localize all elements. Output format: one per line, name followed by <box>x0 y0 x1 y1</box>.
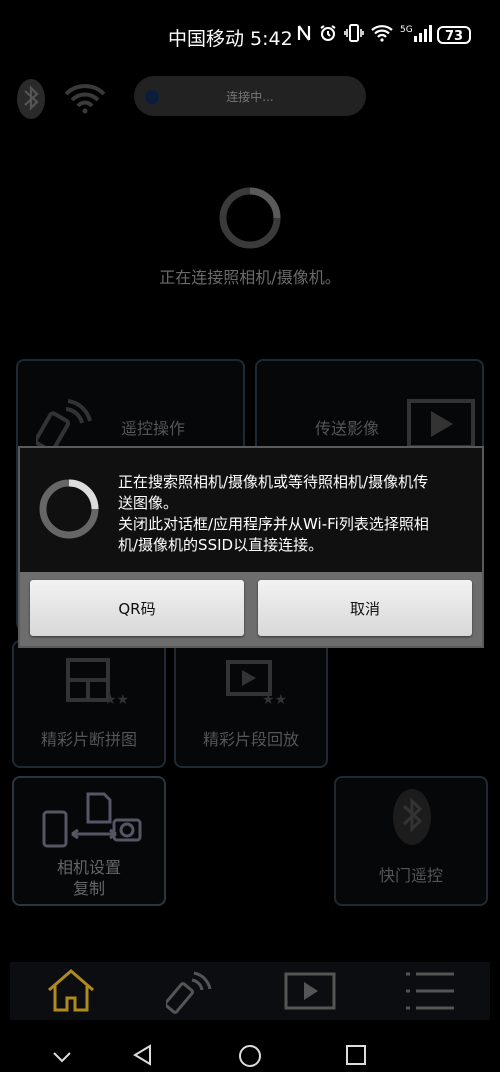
tab-home[interactable] <box>30 962 110 1020</box>
wifi-icon <box>371 24 393 49</box>
tab-remote[interactable] <box>150 962 230 1020</box>
menu-icon <box>404 970 456 1016</box>
connecting-message: 正在连接照相机/摄像机。 <box>159 268 341 287</box>
highlight-play-icon: ★★ <box>226 658 294 710</box>
cancel-button[interactable]: 取消 <box>258 580 472 636</box>
dialog-message: 正在搜索照相机/摄像机或等待照相机/摄像机传 送图像。 关闭此对话框/应用程序并… <box>118 472 478 556</box>
svg-text:★★: ★★ <box>104 692 129 706</box>
highlight-playback-label: 精彩片段回放 <box>202 730 299 749</box>
dialog-button-bar: QR码 取消 <box>20 572 482 646</box>
copy-settings-icon <box>42 790 142 854</box>
dialog-line-3: 关闭此对话框/应用程序并从Wi-Fi列表选择照相 <box>118 515 429 533</box>
bluetooth-remote-icon <box>392 788 432 850</box>
wifi-status-icon <box>64 84 106 114</box>
play-icon <box>407 399 475 453</box>
dialog-line-2: 送图像。 <box>118 494 179 512</box>
status-time: 中国移动 5:42 <box>168 28 293 50</box>
shutter-remote-tile[interactable]: 快门遥控 <box>334 776 488 906</box>
system-nav-bar <box>0 1030 500 1069</box>
copy-settings-label-2: 复制 <box>72 879 105 898</box>
connection-status-text: 连接中... <box>226 90 274 104</box>
bottom-tab-bar <box>10 962 490 1020</box>
nav-recents-icon[interactable] <box>346 1045 366 1069</box>
remote-label: 遥控操作 <box>120 419 185 438</box>
nav-hide-icon[interactable] <box>52 1048 72 1067</box>
shutter-remote-label: 快门遥控 <box>378 866 443 885</box>
playback-tab-icon <box>284 972 336 1014</box>
remote-tab-icon <box>163 970 214 1018</box>
collage-icon: ★★ <box>66 658 130 710</box>
battery-indicator: 73 <box>437 26 471 44</box>
vibrate-icon <box>344 23 364 49</box>
loading-spinner-icon <box>218 186 282 250</box>
svg-text:5G: 5G <box>400 25 413 35</box>
copy-settings-tile[interactable]: 相机设置 复制 <box>12 776 166 906</box>
highlight-collage-tile[interactable]: ★★ 精彩片断拼图 <box>12 640 166 768</box>
nav-back-icon[interactable] <box>132 1044 154 1070</box>
signal-5g-icon: 5G <box>400 23 434 50</box>
dialog-line-4: 机/摄像机的SSID以直接连接。 <box>118 536 324 554</box>
status-icons: 5G <box>296 23 434 50</box>
nav-home-icon[interactable] <box>238 1044 262 1072</box>
highlight-playback-tile[interactable]: ★★ 精彩片段回放 <box>174 640 328 768</box>
status-bar: 中国移动 5:42 5G 73 <box>0 0 500 72</box>
tab-menu[interactable] <box>390 962 470 1020</box>
tab-playback[interactable] <box>270 962 350 1020</box>
dialog-spinner-icon <box>38 478 100 540</box>
nfc-icon <box>296 24 312 49</box>
bluetooth-icon <box>16 78 46 120</box>
svg-text:★★: ★★ <box>262 692 287 706</box>
dialog-line-1: 正在搜索照相机/摄像机或等待照相机/摄像机传 <box>118 473 429 491</box>
qr-code-button[interactable]: QR码 <box>30 580 244 636</box>
highlight-collage-label: 精彩片断拼图 <box>40 730 137 749</box>
search-dialog: 正在搜索照相机/摄像机或等待照相机/摄像机传 送图像。 关闭此对话框/应用程序并… <box>18 446 484 648</box>
alarm-icon <box>319 24 337 49</box>
home-icon <box>46 968 96 1018</box>
